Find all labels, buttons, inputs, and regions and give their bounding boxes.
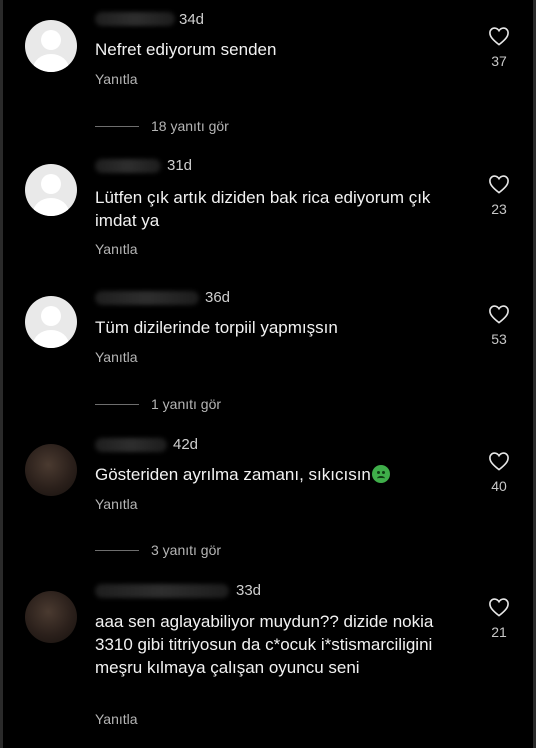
like-button[interactable]: 21 xyxy=(481,597,517,640)
reply-button[interactable]: Yanıtla xyxy=(95,349,138,365)
like-button[interactable]: 37 xyxy=(481,26,517,69)
like-count: 53 xyxy=(491,331,507,347)
heart-outline-icon xyxy=(489,175,509,194)
view-replies-button[interactable]: 1 yanıtı gör xyxy=(95,396,221,412)
comment-text: Tüm dizilerinde torpiil yapmışsın xyxy=(95,318,338,337)
like-button[interactable]: 40 xyxy=(481,451,517,494)
comment-time: 42d xyxy=(173,436,199,453)
reply-button[interactable]: Yanıtla xyxy=(95,496,138,512)
like-count: 23 xyxy=(491,201,507,217)
view-replies-label: 3 yanıtı gör xyxy=(151,542,222,558)
comment-time: 33d xyxy=(236,582,262,599)
heart-outline-icon xyxy=(489,452,509,471)
comment-text-content: Gösteriden ayrılma zamanı, sıkıcısın xyxy=(95,465,371,484)
default-avatar-icon[interactable] xyxy=(25,20,77,72)
comment-text: Lütfen çık artık diziden bak rica ediyor… xyxy=(95,188,431,230)
heart-outline-icon xyxy=(489,598,509,617)
reply-button[interactable]: Yanıtla xyxy=(95,711,138,727)
reply-button[interactable]: Yanıtla xyxy=(95,71,138,87)
avatar[interactable] xyxy=(25,444,77,496)
nauseated-face-icon xyxy=(371,465,390,483)
like-button[interactable]: 53 xyxy=(481,304,517,347)
username-blurred[interactable] xyxy=(95,159,161,173)
comment-time: 36d xyxy=(205,289,231,306)
like-count: 37 xyxy=(491,53,507,69)
default-avatar-icon[interactable] xyxy=(25,164,77,216)
comment-time: 31d xyxy=(167,157,193,174)
divider-line xyxy=(95,549,139,551)
heart-outline-icon xyxy=(489,305,509,324)
username-blurred[interactable] xyxy=(95,584,229,598)
view-replies-label: 1 yanıtı gör xyxy=(151,396,222,412)
view-replies-button[interactable]: 3 yanıtı gör xyxy=(95,542,221,558)
username-blurred[interactable] xyxy=(95,12,175,26)
like-button[interactable]: 23 xyxy=(481,174,517,217)
reply-button[interactable]: Yanıtla xyxy=(95,241,138,257)
avatar[interactable] xyxy=(25,591,77,643)
username-blurred[interactable] xyxy=(95,438,167,452)
view-replies-button[interactable]: 18 yanıtı gör xyxy=(95,118,229,134)
like-count: 21 xyxy=(491,624,507,640)
comment-time: 34d xyxy=(179,11,205,28)
comments-panel: 34d Nefret ediyorum senden Yanıtla 37 18… xyxy=(0,0,536,748)
default-avatar-icon[interactable] xyxy=(25,296,77,348)
divider-line xyxy=(95,403,139,405)
username-blurred[interactable] xyxy=(95,291,199,305)
comment-text: aaa sen aglayabiliyor muydun?? dizide no… xyxy=(95,612,434,677)
like-count: 40 xyxy=(491,478,507,494)
comment-text: Nefret ediyorum senden xyxy=(95,40,277,59)
comment-text: Gösteriden ayrılma zamanı, sıkıcısın xyxy=(95,463,465,486)
divider-line xyxy=(95,125,139,127)
heart-outline-icon xyxy=(489,27,509,46)
view-replies-label: 18 yanıtı gör xyxy=(151,118,229,134)
